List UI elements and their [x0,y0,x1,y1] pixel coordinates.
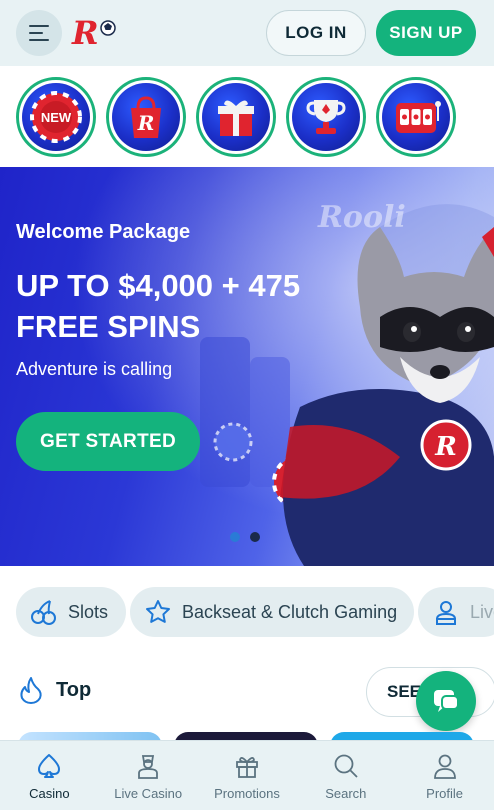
chat-button[interactable] [416,671,476,731]
category-chips: Slots Backseat & Clutch Gaming Live [0,566,494,661]
get-started-button[interactable]: GET STARTED [16,412,200,471]
slot-machine-icon [396,101,441,133]
dealer-icon [436,601,456,625]
nav-casino[interactable]: Casino [0,741,99,810]
category-label: Live [470,601,494,622]
carousel-dots [230,532,260,542]
nav-live-casino[interactable]: Live Casino [99,741,198,810]
flame-icon [20,677,42,704]
nav-promotions[interactable]: Promotions [198,741,297,810]
category-backseat-clutch[interactable]: Backseat & Clutch Gaming [130,587,414,637]
story-slots[interactable] [376,77,456,157]
carousel-dot-1[interactable] [230,532,240,542]
top-section-title: Top [18,676,91,704]
nav-label: Casino [29,786,70,801]
chat-icon [434,690,459,712]
top-header: R LOG IN SIGN UP [0,0,494,66]
svg-text:Rooli: Rooli [317,200,406,235]
spade-icon [38,754,61,778]
search-icon [334,754,358,778]
promo-stories-row: NEW R [0,66,494,167]
signup-button[interactable]: SIGN UP [376,10,476,56]
banner-headline: UP TO $4,000 + 475 FREE SPINS [16,268,301,344]
carousel-dot-2[interactable] [250,532,260,542]
story-new[interactable]: NEW [16,77,96,157]
story-trophy[interactable] [286,77,366,157]
svg-text:NEW: NEW [41,110,72,125]
profile-icon [433,754,456,779]
hamburger-icon [29,25,49,41]
category-label: Slots [68,601,109,622]
svg-text:R: R [71,14,99,50]
banner-welcome: Welcome Package [16,221,191,243]
gift-box-icon [218,100,254,136]
star-icon [146,600,170,623]
story-shop[interactable]: R [106,77,186,157]
category-label: Backseat & Clutch Gaming [182,601,398,622]
story-gift[interactable] [196,77,276,157]
nav-label: Live Casino [114,786,183,801]
dealer-icon [138,755,159,779]
top-title-text: Top [56,678,92,701]
svg-text:R: R [137,111,155,135]
category-slots[interactable]: Slots [16,587,126,637]
shopping-bag-icon: R [131,96,161,138]
welcome-banner[interactable]: Rooli R R Welcome Package UP TO $4,000 +… [0,167,494,566]
menu-button[interactable] [16,10,62,56]
nav-label: Profile [426,786,464,801]
nav-label: Promotions [214,786,280,801]
banner-subtitle: Adventure is calling [16,359,173,379]
category-live[interactable]: Live [418,587,494,637]
login-button[interactable]: LOG IN [266,10,366,56]
cherries-icon [31,600,56,625]
nav-label: Search [325,786,367,801]
bottom-navigation: Casino Live Casino Promotions Search Pro… [0,740,494,810]
nav-search[interactable]: Search [296,741,395,810]
gift-icon [236,757,258,778]
new-chip-icon: NEW [30,91,82,143]
rooli-logo-icon[interactable]: R [70,14,118,50]
svg-text:R: R [434,432,457,462]
nav-profile[interactable]: Profile [395,741,494,810]
trophy-icon [306,100,346,134]
